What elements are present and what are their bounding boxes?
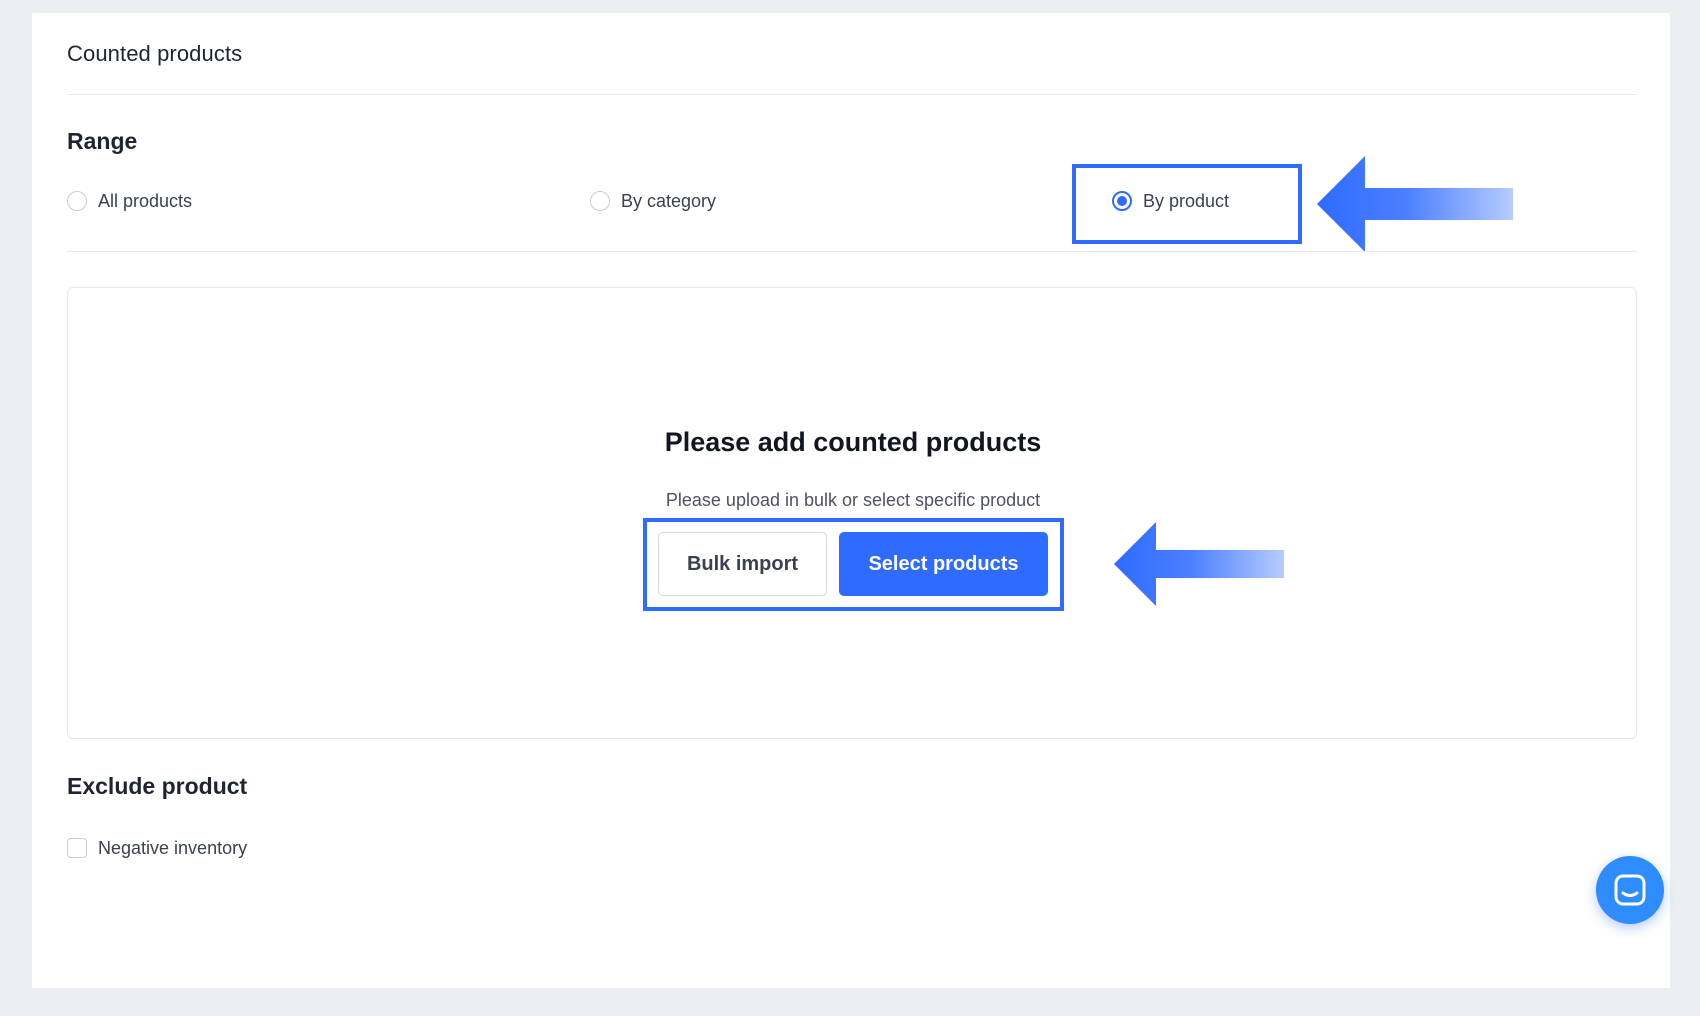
divider [67,251,1637,252]
counted-products-panel: Counted products Range All products By c… [32,13,1670,988]
select-products-button[interactable]: Select products [839,532,1048,596]
empty-state-panel: Please add counted products Please uploa… [67,287,1637,739]
checkbox-label: Negative inventory [98,837,248,858]
radio-label: All products [98,190,193,211]
chat-icon [1614,874,1646,906]
negative-inventory-checkbox[interactable]: Negative inventory [67,835,247,861]
panel-title: Counted products [67,41,243,66]
empty-state-subtitle: Please upload in bulk or select specific… [665,490,1041,510]
radio-by-category[interactable]: By category [590,188,716,214]
arrow-left-icon [1114,522,1284,606]
arrow-left-icon [1317,156,1513,252]
empty-state-title: Please add counted products [664,427,1042,457]
by-product-highlight [1072,164,1302,244]
range-heading: Range [67,128,138,154]
radio-unchecked-icon[interactable] [590,191,610,211]
checkbox-icon[interactable] [67,838,87,858]
bulk-import-button[interactable]: Bulk import [658,532,827,596]
chat-launcher-button[interactable] [1596,856,1664,924]
exclude-heading: Exclude product [67,773,248,799]
radio-label: By category [621,190,717,211]
radio-all-products[interactable]: All products [67,188,192,214]
radio-unchecked-icon[interactable] [67,191,87,211]
divider [67,94,1637,95]
